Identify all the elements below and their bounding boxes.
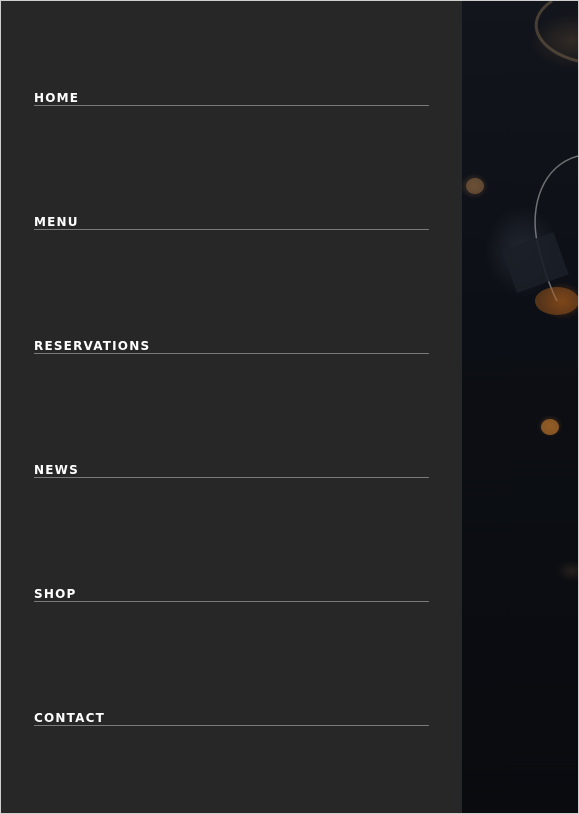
menu-item-news[interactable]: NEWS (34, 463, 429, 478)
menu-item-label: RESERVATIONS (34, 339, 151, 353)
menu-item-label: SHOP (34, 587, 77, 601)
background-photo (462, 1, 578, 813)
menu-item-reservations[interactable]: RESERVATIONS (34, 339, 429, 354)
menu-item-home[interactable]: HOME (34, 91, 429, 106)
menu-item-contact[interactable]: CONTACT (34, 711, 429, 726)
side-menu-panel: HOME MENU RESERVATIONS NEWS SHOP CONTACT (1, 1, 462, 813)
menu-item-menu[interactable]: MENU (34, 215, 429, 230)
menu-item-label: HOME (34, 91, 80, 105)
menu-item-label: NEWS (34, 463, 79, 477)
menu-overlay: HOME MENU RESERVATIONS NEWS SHOP CONTACT (0, 0, 579, 814)
background-decoration (466, 1, 578, 435)
menu-item-shop[interactable]: SHOP (34, 587, 429, 602)
menu-item-label: MENU (34, 215, 79, 229)
menu-item-label: CONTACT (34, 711, 105, 725)
